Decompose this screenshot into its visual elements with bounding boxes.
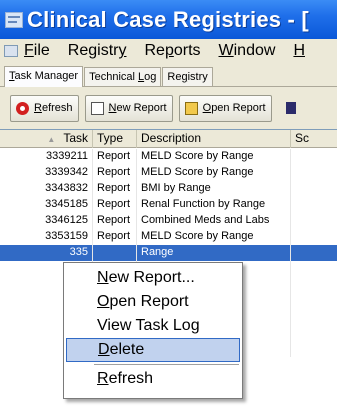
cell-description: Renal Function by Range: [137, 197, 291, 213]
cell-schedule: [291, 165, 337, 181]
system-menu-icon[interactable]: [4, 45, 18, 57]
menu-help[interactable]: H: [293, 42, 305, 60]
cell-schedule: [291, 309, 337, 325]
cell-description: Range: [137, 245, 291, 261]
refresh-icon: [16, 101, 29, 115]
cell-schedule: [291, 261, 337, 277]
menu-registry[interactable]: Registry: [68, 42, 127, 60]
table-row[interactable]: 3339211 Report MELD Score by Range: [0, 149, 337, 165]
cell-description: MELD Score by Range: [137, 229, 291, 245]
context-menu-open-report[interactable]: Open Report: [66, 290, 240, 314]
cell-schedule: [291, 181, 337, 197]
cell-type: Report: [93, 165, 137, 181]
cell-type: Report: [93, 213, 137, 229]
cell-schedule: [291, 213, 337, 229]
cell-schedule: [291, 341, 337, 357]
table-row[interactable]: 3345185 Report Renal Function by Range: [0, 197, 337, 213]
cell-type: Report: [93, 229, 137, 245]
sort-ascending-icon: ▲: [47, 135, 56, 144]
cell-schedule: [291, 245, 337, 261]
cell-task: 3353159: [0, 229, 93, 245]
cell-description: MELD Score by Range: [137, 165, 291, 181]
menu-window[interactable]: Window: [219, 42, 276, 60]
cell-schedule: [291, 197, 337, 213]
new-report-button[interactable]: New Report: [84, 94, 173, 122]
cell-schedule: [291, 149, 337, 165]
cell-schedule: [291, 293, 337, 309]
open-folder-icon: [184, 101, 198, 115]
column-header-description[interactable]: Description: [137, 130, 291, 148]
cell-description: Combined Meds and Labs: [137, 213, 291, 229]
grid-header: ▲ Task Type Description Sc: [0, 130, 337, 148]
app-icon: [5, 11, 23, 28]
cell-description: MELD Score by Range: [137, 149, 291, 165]
menu-file[interactable]: File: [24, 42, 50, 60]
table-row[interactable]: 3353159 Report MELD Score by Range: [0, 229, 337, 245]
cell-schedule: [291, 325, 337, 341]
column-header-task[interactable]: ▲ Task: [0, 130, 93, 148]
menu-reports[interactable]: Reports: [144, 42, 200, 60]
cell-description: BMI by Range: [137, 181, 291, 197]
table-row[interactable]: 3339342 Report MELD Score by Range: [0, 165, 337, 181]
cell-task: 3343832: [0, 181, 93, 197]
context-menu-separator: [94, 364, 239, 365]
open-report-button[interactable]: Open Report: [178, 94, 272, 122]
tab-technical-log[interactable]: Technical Log: [84, 67, 162, 86]
cell-task: 3345185: [0, 197, 93, 213]
column-header-type[interactable]: Type: [93, 130, 137, 148]
tab-strip: Task Manager Technical Log Registry: [0, 63, 337, 87]
cell-type: [93, 245, 137, 261]
cell-schedule: [291, 277, 337, 293]
menu-bar: File Registry Reports Window H: [0, 39, 337, 63]
title-bar[interactable]: Clinical Case Registries - [: [0, 0, 337, 39]
cell-task: 3346125: [0, 213, 93, 229]
cell-task: 3339342: [0, 165, 93, 181]
cell-type: Report: [93, 181, 137, 197]
tab-registry[interactable]: Registry: [162, 67, 213, 86]
toolbar-overflow-icon[interactable]: [285, 102, 296, 114]
toolbar: Refresh New Report Open Report: [0, 87, 337, 129]
cell-schedule: [291, 229, 337, 245]
context-menu-view-task-log[interactable]: View Task Log: [66, 314, 240, 338]
context-menu: New Report... Open Report View Task Log …: [63, 262, 243, 399]
new-document-icon: [90, 101, 104, 115]
table-row[interactable]: 3346125 Report Combined Meds and Labs: [0, 213, 337, 229]
cell-type: Report: [93, 149, 137, 165]
context-menu-delete[interactable]: Delete: [66, 338, 240, 362]
cell-type: Report: [93, 197, 137, 213]
table-row[interactable]: 3343832 Report BMI by Range: [0, 181, 337, 197]
cell-task: 3339211: [0, 149, 93, 165]
window-title: Clinical Case Registries - [: [27, 6, 309, 32]
refresh-button[interactable]: Refresh: [10, 94, 79, 122]
table-row[interactable]: 335 Range: [0, 245, 337, 261]
tab-task-manager[interactable]: Task Manager: [4, 66, 84, 87]
column-header-schedule[interactable]: Sc: [291, 130, 337, 148]
context-menu-refresh[interactable]: Refresh: [66, 367, 240, 391]
cell-task: 335: [0, 245, 93, 261]
context-menu-new-report[interactable]: New Report...: [66, 266, 240, 290]
